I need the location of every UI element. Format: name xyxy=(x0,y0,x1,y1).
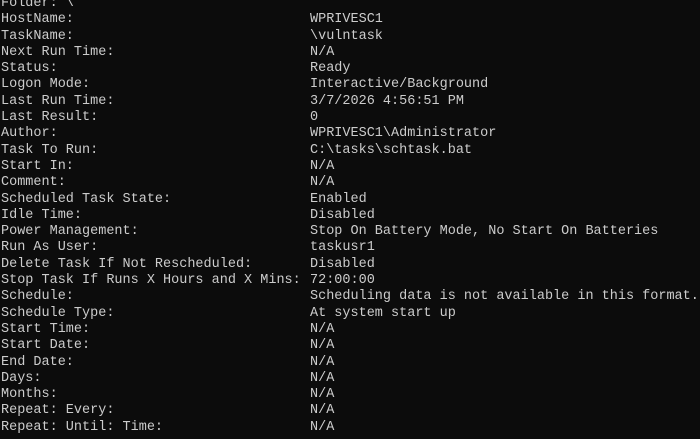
task-property-row: Run As User: taskusr1 xyxy=(0,240,375,256)
task-property-row: Schedule: Scheduling data is not availabl… xyxy=(0,289,699,305)
property-name: Days: xyxy=(1,370,42,386)
task-property-row: Days: N/A xyxy=(0,370,334,387)
property-name: Logon Mode: xyxy=(1,77,91,93)
property-value: Disabled xyxy=(310,207,375,223)
property-name: Start Time: xyxy=(1,321,91,337)
folder-line: Folder: \ xyxy=(0,0,74,12)
task-property-row: Author: WPRIVESC1\Administrator xyxy=(0,126,496,142)
property-value: N/A xyxy=(310,419,335,435)
property-name: Schedule: xyxy=(1,289,74,305)
task-property-row: Repeat: Every: N/A xyxy=(0,403,334,419)
task-property-row: HostName: WPRIVESC1 xyxy=(0,12,383,28)
property-name: Delete Task If Not Rescheduled: xyxy=(1,256,253,272)
property-name: Status: xyxy=(1,61,58,77)
property-name: End Date: xyxy=(1,354,74,370)
task-property-row: Start In: N/A xyxy=(0,159,334,175)
property-value: Ready xyxy=(310,61,351,77)
task-property-row: Next Run Time: N/A xyxy=(0,45,334,61)
task-property-row: Comment: N/A xyxy=(0,175,334,191)
terminal-window[interactable]: Folder: \ HostName: WPRIVESC1 TaskName: \vu… xyxy=(0,0,700,439)
property-value: Stop On Battery Mode, No Start On Batter… xyxy=(310,224,659,240)
property-value: N/A xyxy=(310,387,335,403)
task-properties-list: HostName: WPRIVESC1 TaskName: \vulntask Next… xyxy=(0,12,699,436)
property-name: Start In: xyxy=(1,158,74,174)
property-name: Repeat: Until: Time: xyxy=(1,419,164,435)
task-property-row: TaskName: \vulntask xyxy=(0,29,383,45)
task-property-row: Delete Task If Not Rescheduled: Disabled xyxy=(0,257,375,273)
property-value: \vulntask xyxy=(310,28,383,44)
property-name: TaskName: xyxy=(1,28,74,44)
property-name: Repeat: Every: xyxy=(1,403,115,419)
property-name: Idle Time: xyxy=(1,207,83,223)
property-value: taskusr1 xyxy=(310,240,375,256)
property-value: Disabled xyxy=(310,256,375,272)
task-property-row: Schedule Type: At system start up xyxy=(0,306,456,322)
task-property-row: Logon Mode: Interactive/Background xyxy=(0,77,488,93)
property-name: Months: xyxy=(1,387,58,403)
task-property-row: Power Management: Stop On Battery Mode, N… xyxy=(0,224,658,240)
property-name: Comment: xyxy=(1,175,66,191)
property-name: Scheduled Task State: xyxy=(1,191,172,207)
task-property-row: Months: N/A xyxy=(0,387,334,403)
task-property-row: Last Result: 0 xyxy=(0,110,318,126)
task-property-row: Scheduled Task State: Enabled xyxy=(0,192,367,208)
folder-label: Folder: \ xyxy=(1,0,74,11)
property-value: N/A xyxy=(310,370,335,386)
property-value: Interactive/Background xyxy=(310,77,489,93)
property-value: N/A xyxy=(310,338,335,354)
property-name: Start Date: xyxy=(1,338,91,354)
property-value: N/A xyxy=(310,403,335,419)
property-name: Power Management: xyxy=(1,224,139,240)
task-property-row: End Date: N/A xyxy=(0,355,334,371)
property-name: Schedule Type: xyxy=(1,305,115,321)
property-value: C:\tasks\schtask.bat xyxy=(310,142,473,158)
property-name: Task To Run: xyxy=(1,142,99,158)
console-output: Folder: \ HostName: WPRIVESC1 TaskName: \vu… xyxy=(0,0,699,436)
property-name: Next Run Time: xyxy=(1,44,115,60)
property-name: HostName: xyxy=(1,12,74,28)
task-property-row: Start Date: N/A xyxy=(0,338,334,354)
task-property-row: Status: Ready xyxy=(0,61,351,77)
property-value: N/A xyxy=(310,175,335,191)
property-value: N/A xyxy=(310,44,335,60)
task-property-row: Last Run Time: 3/7/2026 4:56:51 PM xyxy=(0,94,464,110)
task-property-row: Start Time: N/A xyxy=(0,322,334,338)
property-value: 3/7/2026 4:56:51 PM xyxy=(310,93,464,109)
task-property-row: Stop Task If Runs X Hours and X Mins: 72:… xyxy=(0,273,375,289)
property-value: N/A xyxy=(310,158,335,174)
property-value: WPRIVESC1\Administrator xyxy=(310,126,497,142)
property-value: WPRIVESC1 xyxy=(310,12,383,28)
property-value: N/A xyxy=(310,321,335,337)
property-value: Scheduling data is not available in this… xyxy=(310,289,699,305)
task-property-row: Idle Time: Disabled xyxy=(0,208,375,224)
property-name: Last Run Time: xyxy=(1,93,115,109)
property-value: Enabled xyxy=(310,191,367,207)
task-property-row: Task To Run: C:\tasks\schtask.bat xyxy=(0,143,472,159)
property-value: At system start up xyxy=(310,305,456,321)
property-name: Run As User: xyxy=(1,240,99,256)
property-value: 0 xyxy=(310,110,319,126)
property-name: Author: xyxy=(1,126,58,142)
task-property-row: Repeat: Until: Time: N/A xyxy=(0,420,334,436)
property-value: N/A xyxy=(310,354,335,370)
property-value: 72:00:00 xyxy=(310,273,375,289)
property-name: Stop Task If Runs X Hours and X Mins: xyxy=(1,273,301,289)
property-name: Last Result: xyxy=(1,110,99,126)
